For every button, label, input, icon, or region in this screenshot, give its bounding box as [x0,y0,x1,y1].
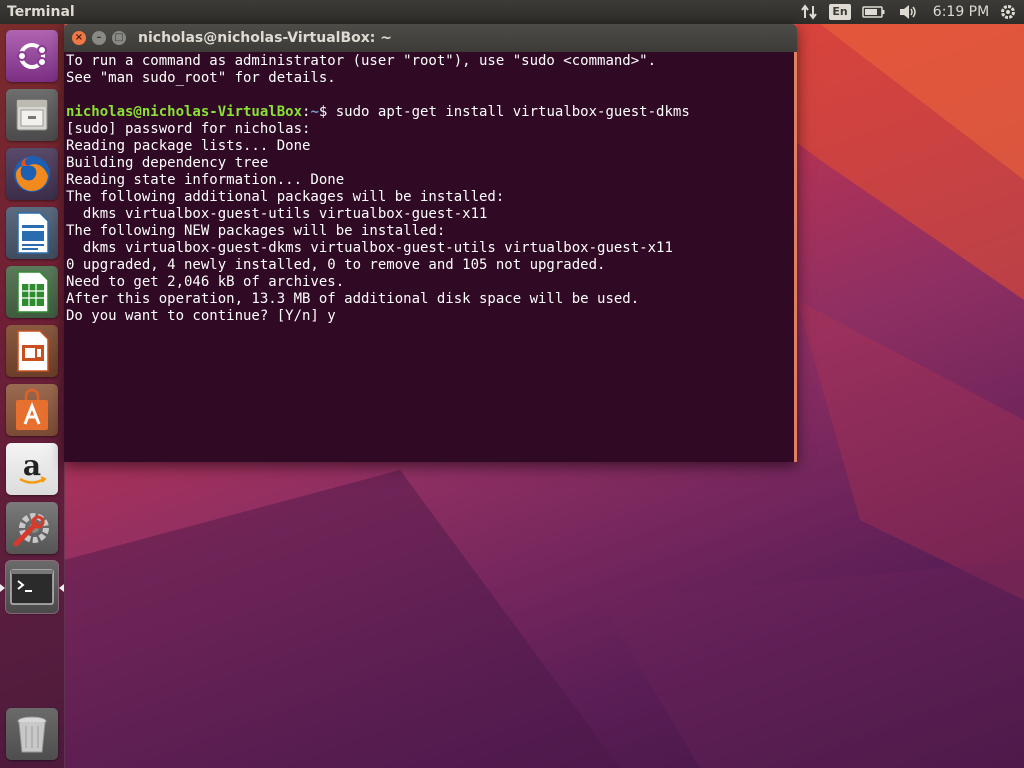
terminal-icon [10,569,54,605]
launcher-item-dash[interactable] [6,30,58,82]
launcher: a [0,24,65,768]
running-app-pip [0,584,5,592]
terminal-line: To run a command as administrator (user … [66,53,657,69]
firefox-icon [14,156,50,192]
terminal-line: After this operation, 13.3 MB of additio… [66,291,640,307]
terminal-line: Do you want to continue? [Y/n] y [66,308,336,324]
window-titlebar[interactable]: × – □ nicholas@nicholas-VirtualBox: ~ [64,24,797,52]
launcher-item-amazon[interactable]: a [6,443,58,495]
clock[interactable]: 6:19 PM [930,0,992,24]
minimize-button[interactable]: – [92,31,106,45]
terminal-line: dkms virtualbox-guest-dkms virtualbox-gu… [66,240,673,256]
launcher-item-terminal[interactable] [5,560,59,614]
launcher-item-files[interactable] [6,89,58,141]
window-title: nicholas@nicholas-VirtualBox: ~ [138,30,392,46]
launcher-item-firefox[interactable] [6,148,58,200]
top-panel: Terminal En 6:19 PM [0,0,1024,24]
terminal-line: dkms virtualbox-guest-utils virtualbox-g… [66,206,488,222]
terminal-line: Reading package lists... Done [66,138,311,154]
file-cabinet-icon [16,99,48,131]
gear-icon[interactable] [997,0,1019,24]
active-app-title: Terminal [7,4,75,20]
shopping-bag-icon [16,388,48,430]
launcher-item-software[interactable] [6,384,58,436]
impress-presentation-icon [17,330,49,372]
maximize-button[interactable]: □ [112,31,126,45]
keyboard-layout-indicator[interactable]: En [829,0,851,24]
terminal-window[interactable]: × – □ nicholas@nicholas-VirtualBox: ~ To… [64,24,797,462]
volume-icon[interactable] [896,0,920,24]
prompt-path: ~ [310,104,319,120]
svg-text:a: a [23,449,41,482]
prompt-command: $ sudo apt-get install virtualbox-guest-… [318,104,690,120]
amazon-icon: a [19,449,47,484]
keyboard-layout-label: En [829,4,851,20]
network-arrows-icon[interactable] [798,0,820,24]
launcher-item-settings[interactable] [6,502,58,554]
terminal-line: Reading state information... Done [66,172,345,188]
terminal-line: The following NEW packages will be insta… [66,223,446,239]
prompt-user: nicholas@nicholas-VirtualBox [66,104,303,120]
terminal-line: See "man sudo_root" for details. [66,70,336,86]
settings-wrench-icon [13,513,49,547]
terminal-output[interactable]: To run a command as administrator (user … [64,52,797,462]
launcher-item-trash[interactable] [6,708,58,760]
writer-document-icon [17,212,49,254]
launcher-item-impress[interactable] [6,325,58,377]
calc-spreadsheet-icon [17,271,49,313]
terminal-line: [sudo] password for nicholas: [66,121,311,137]
terminal-line: The following additional packages will b… [66,189,505,205]
launcher-item-writer[interactable] [6,207,58,259]
launcher-item-calc[interactable] [6,266,58,318]
battery-icon[interactable] [860,0,888,24]
terminal-line: Building dependency tree [66,155,269,171]
close-button[interactable]: × [72,31,86,45]
trash-icon [17,716,47,753]
terminal-line: Need to get 2,046 kB of archives. [66,274,345,290]
terminal-line: 0 upgraded, 4 newly installed, 0 to remo… [66,257,606,273]
ubuntu-logo-icon [17,43,47,69]
focused-app-pip [59,584,64,592]
